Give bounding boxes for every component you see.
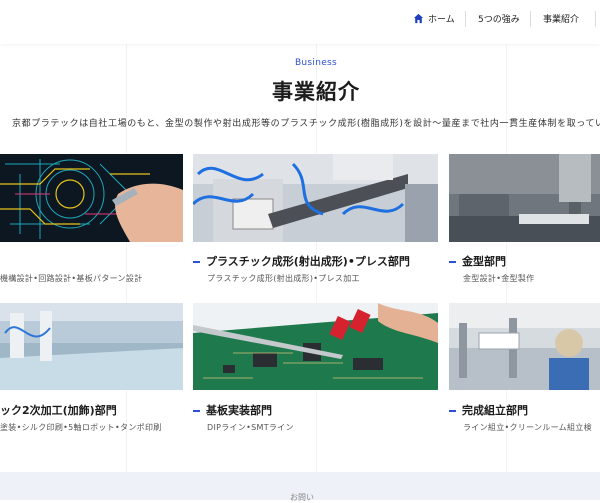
card-image-assembly[interactable]: [449, 303, 600, 390]
card-title-text: 完成組立部門: [462, 404, 528, 417]
card-subtitle: プラスチック成形(射出成形)•プレス加工: [207, 274, 360, 283]
nav-item-strengths[interactable]: 5つの強み: [478, 0, 520, 36]
pcb-assembly-photo: [193, 303, 438, 390]
nav-item-label: ホーム: [428, 14, 455, 25]
card-image-pcb[interactable]: [193, 303, 438, 390]
home-icon: [413, 13, 424, 23]
card-subtitle: ライン組立•クリーンルーム組立検: [463, 423, 592, 432]
card-image-secondary-processing[interactable]: [0, 303, 183, 390]
section-eyebrow: Business: [294, 58, 338, 68]
mold-machining-photo: [449, 154, 600, 242]
assembly-line-photo: [449, 303, 600, 390]
card-image-mold[interactable]: [449, 154, 600, 242]
card-subtitle: 金型設計•金型製作: [463, 274, 535, 283]
section-title: 事業紹介: [272, 80, 360, 104]
nav-separator: [530, 11, 531, 27]
card-image-design[interactable]: [0, 154, 183, 242]
title-accent-dash: [193, 410, 200, 412]
card-title: 金型部門: [449, 253, 506, 269]
nav-separator: [595, 11, 596, 27]
footer-heading: お問い: [290, 493, 314, 502]
design-cad-photo: [0, 154, 183, 242]
card-title-text: プラスチック成形(射出成形)•プレス部門: [206, 255, 410, 268]
injection-molding-photo: [193, 154, 438, 242]
nav-item-label: 事業紹介: [543, 14, 580, 25]
card-subtitle: DIPライン•SMTライン: [207, 423, 294, 432]
top-navigation: ホーム 5つの強み 事業紹介: [0, 0, 600, 44]
nav-item-business[interactable]: 事業紹介: [543, 0, 579, 36]
card-title: 完成組立部門: [449, 402, 528, 418]
title-accent-dash: [449, 410, 456, 412]
secondary-processing-photo: [0, 303, 183, 390]
nav-separator: [465, 11, 466, 27]
nav-item-label: 5つの強み: [478, 14, 520, 25]
title-accent-dash: [449, 261, 456, 263]
card-image-injection-molding[interactable]: [193, 154, 438, 242]
section-lead: 京都プラテックは自社工場のもと、金型の製作や射出成形等のプラスチック成形(樹脂成…: [12, 119, 600, 129]
card-title-text: 基板実装部門: [206, 404, 272, 417]
card-subtitle: 機構設計•回路設計•基板パターン設計: [0, 274, 143, 283]
card-title: プラスチック成形(射出成形)•プレス部門: [193, 253, 410, 269]
title-accent-dash: [193, 261, 200, 263]
card-subtitle: 塗装•シルク印刷•5軸ロボット•タンポ印刷: [0, 423, 162, 432]
nav-item-home[interactable]: ホーム: [413, 0, 455, 36]
card-title-text: 金型部門: [462, 255, 506, 268]
background-guide-line: [316, 0, 317, 500]
card-title: ック2次加工(加飾)部門: [0, 404, 117, 417]
card-title: 基板実装部門: [193, 402, 272, 418]
